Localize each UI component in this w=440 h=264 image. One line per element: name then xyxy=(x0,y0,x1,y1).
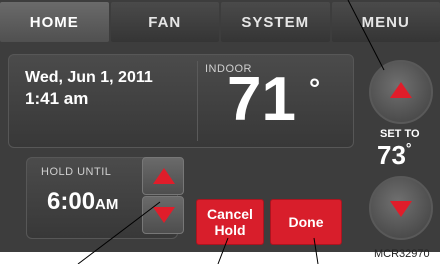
callout-line-cancel-hold xyxy=(217,237,229,264)
callout-line-setpoint-up xyxy=(347,0,385,71)
callout-line-hold-arrows xyxy=(77,201,161,264)
figure-code: MCR32970 xyxy=(374,248,430,260)
callout-lines xyxy=(77,0,385,264)
callout-line-done xyxy=(313,237,319,264)
